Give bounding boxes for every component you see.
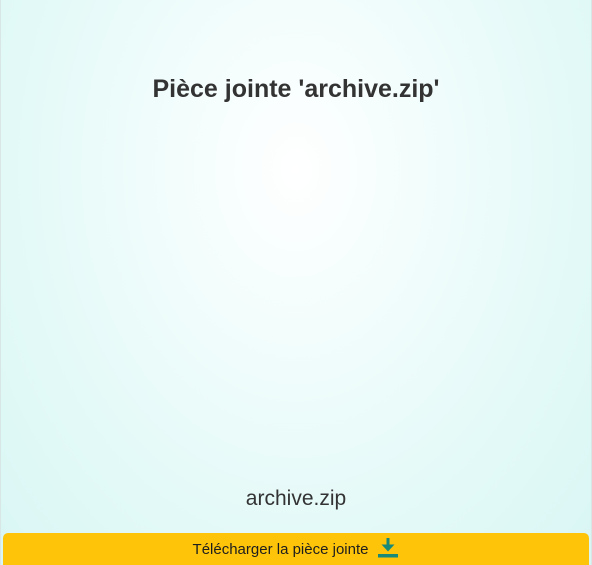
download-icon <box>377 538 399 558</box>
download-button-label: Télécharger la pièce jointe <box>192 540 369 558</box>
attachment-filename: archive.zip <box>245 487 347 510</box>
download-attachment-button[interactable]: Télécharger la pièce jointe <box>3 533 589 565</box>
attachment-page: Pièce jointe 'archive.zip' archive.zip T… <box>0 0 592 565</box>
page-title: Pièce jointe 'archive.zip' <box>152 75 440 103</box>
